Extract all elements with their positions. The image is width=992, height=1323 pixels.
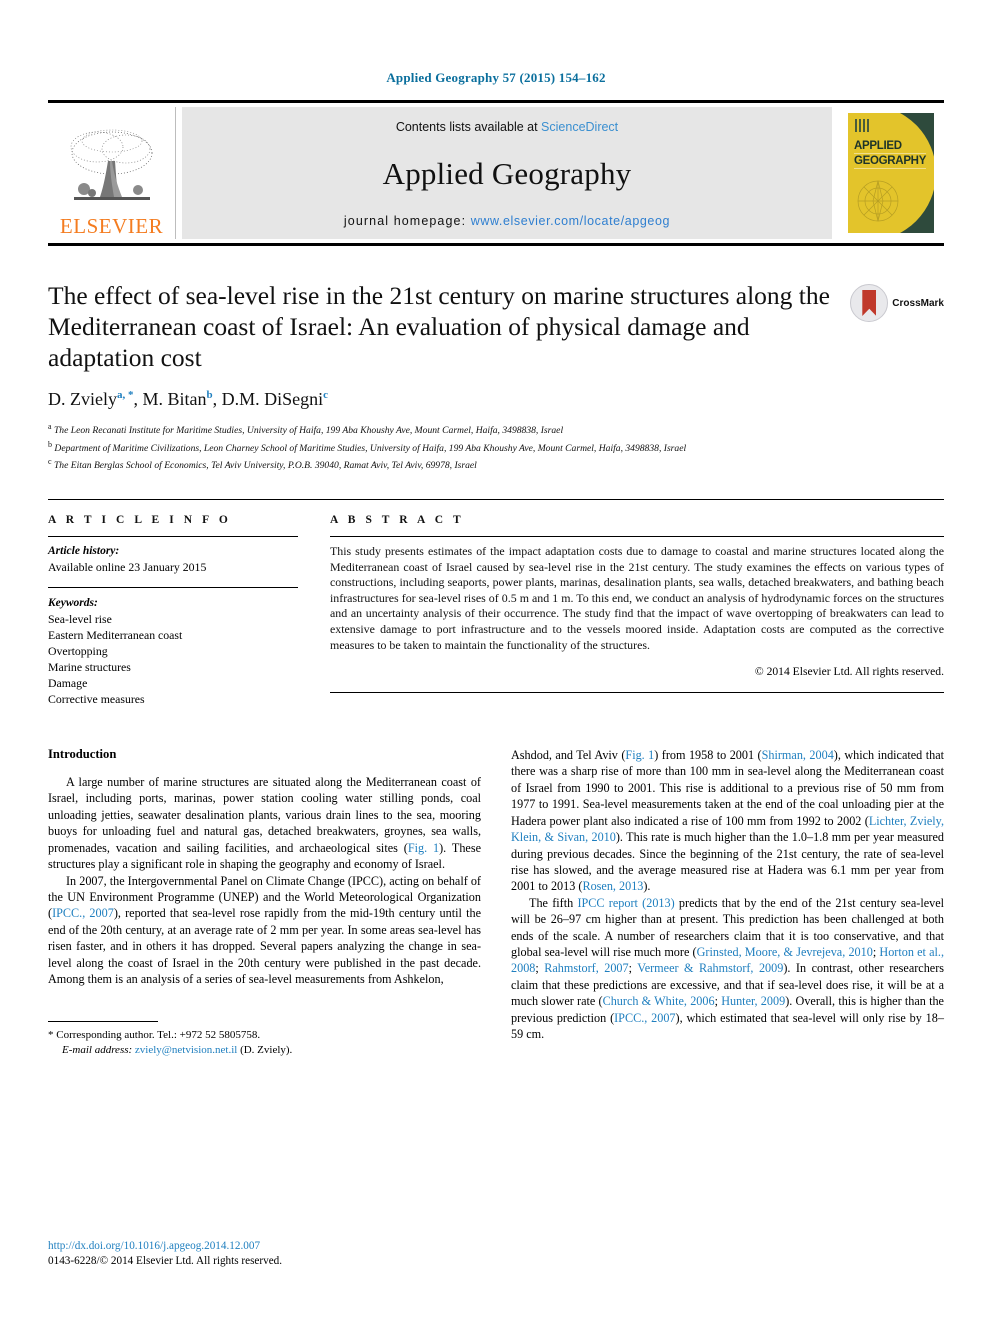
contents-available-line: Contents lists available at ScienceDirec… [396,120,618,134]
keywords-block: Keywords: Sea-level rise Eastern Mediter… [48,595,298,707]
paragraph: Ashdod, and Tel Aviv (Fig. 1) from 1958 … [511,748,944,894]
paragraph: A large number of marine structures are … [48,775,481,872]
article-history: Article history: Available online 23 Jan… [48,544,298,575]
body-columns: Introduction A large number of marine st… [48,747,944,1058]
keyword-item: Marine structures [48,660,131,675]
article-info-heading: A R T I C L E I N F O [48,514,232,527]
citation-link[interactable]: Grinsted, Moore, & Jevrejeva, 2010 [697,945,873,959]
abstract-column: A B S T R A C T This study presents esti… [330,514,944,707]
affiliation-c-text: The Eitan Berglas School of Economics, T… [53,460,477,472]
elsevier-logo: ELSEVIER [48,107,176,239]
contents-prefix: Contents lists available at [395,120,542,134]
article-history-label: Article history: [48,545,120,558]
journal-title: Applied Geography [382,156,632,191]
affiliation-a-mark: a [48,422,52,431]
homepage-prefix: journal homepage: [343,214,471,228]
doi-link[interactable]: http://dx.doi.org/10.1016/j.apgeog.2014.… [48,1239,282,1254]
crossmark-icon [850,284,889,322]
elsevier-tree-icon [70,129,152,200]
title-row: The effect of sea-level rise in the 21st… [48,280,944,373]
cover-title-line1: APPLIED [854,139,927,154]
masthead-center: Contents lists available at ScienceDirec… [182,107,832,239]
page-footer: http://dx.doi.org/10.1016/j.apgeog.2014.… [48,1239,282,1269]
elsevier-wordmark: ELSEVIER [59,214,164,238]
author-2-marks[interactable]: b [207,389,213,401]
cover-publisher-mark [855,119,870,132]
footnote-rule [48,1021,158,1023]
footnote-email-link[interactable]: zviely@netvision.net.il [135,1044,237,1056]
compass-rose-icon [857,180,899,222]
keyword-item: Corrective measures [48,692,145,707]
corresponding-author-footnote: * Corresponding author. Tel.: +972 52 58… [48,1021,481,1058]
abstract-heading: A B S T R A C T [330,514,465,527]
journal-cover: APPLIED GEOGRAPHY [838,107,944,239]
crossmark-badge[interactable]: CrossMark [850,280,944,322]
abstract-rule-top [330,536,944,538]
body-column-right: Ashdod, and Tel Aviv (Fig. 1) from 1958 … [511,747,944,1058]
affiliation-b-text: Department of Maritime Civilizations, Le… [54,442,687,454]
journal-masthead: ELSEVIER Contents lists available at Sci… [48,100,944,246]
footnote-corresponding: * Corresponding author. Tel.: +972 52 58… [48,1029,261,1042]
article-info-rule-mid [48,587,298,589]
author-2-name: M. Bitan [142,389,207,409]
keywords-label: Keywords: [48,597,98,610]
affiliation-a-text: The Leon Recanati Institute for Maritime… [53,425,564,437]
citation-link[interactable]: Fig. 1 [625,748,654,762]
running-head: Applied Geography 57 (2015) 154–162 [386,70,606,85]
author-3-name: D.M. DiSegni [221,389,324,409]
footnote-corresponding-text: Corresponding author. Tel.: +972 52 5805… [56,1029,261,1042]
issn-copyright-line: 0143-6228/© 2014 Elsevier Ltd. All right… [48,1255,283,1267]
citation-link[interactable]: IPCC., 2007 [52,906,114,920]
homepage-url-link[interactable]: www.elsevier.com/locate/apgeog [471,214,670,228]
citation-link[interactable]: IPCC report (2013) [577,896,674,910]
info-abstract-block: A R T I C L E I N F O Article history: A… [48,499,944,707]
paragraph: In 2007, the Intergovernmental Panel on … [48,873,481,986]
keyword-item: Eastern Mediterranean coast [48,628,183,643]
cover-title-line2: GEOGRAPHY [854,155,927,169]
paper-page: Applied Geography 57 (2015) 154–162 ELSE… [0,0,992,1323]
section-heading-introduction: Introduction [48,747,117,762]
author-1-marks[interactable]: a, * [117,389,134,401]
citation-link[interactable]: Vermeer & Rahmstorf, 2009 [637,961,783,975]
keyword-item: Overtopping [48,644,108,659]
article-info-column: A R T I C L E I N F O Article history: A… [48,514,298,707]
crossmark-label: CrossMark [892,297,944,309]
author-list: D. Zvielya, *, M. Bitanb, D.M. DiSegnic [48,389,329,409]
affiliation-list: a The Leon Recanati Institute for Mariti… [48,420,944,473]
journal-homepage-line: journal homepage: www.elsevier.com/locat… [344,214,670,228]
keyword-item: Sea-level rise [48,612,112,627]
citation-link[interactable]: Rahmstorf, 2007 [544,961,628,975]
keyword-item: Damage [48,676,88,691]
footnote-email-suffix: (D. Zviely). [240,1044,293,1057]
abstract-rule-bottom [330,692,944,694]
citation-link[interactable]: Church & White, 2006 [603,994,715,1008]
citation-link[interactable]: Fig. 1 [408,841,439,855]
journal-cover-image: APPLIED GEOGRAPHY [848,113,934,233]
paragraph: The fifth IPCC report (2013) predicts th… [511,895,944,1041]
abstract-text: This study presents estimates of the imp… [330,544,944,652]
citation-link[interactable]: IPCC., 2007 [614,1011,675,1025]
affiliation-c-mark: c [48,457,52,467]
citation-link[interactable]: Rosen, 2013 [582,879,643,893]
affiliation-b-mark: b [48,439,52,449]
article-info-rule-top [48,536,298,538]
sciencedirect-link[interactable]: ScienceDirect [541,120,618,134]
body-column-left: Introduction A large number of marine st… [48,747,481,1058]
citation-link[interactable]: Shirman, 2004 [762,748,834,762]
article-history-value: Available online 23 January 2015 [48,559,207,574]
citation-link[interactable]: Lichter, Zviely, Klein, & Sivan, 2010 [511,814,944,844]
affiliation-a: a The Leon Recanati Institute for Mariti… [48,420,944,438]
author-3-marks[interactable]: c [323,389,328,401]
citation-link[interactable]: Hunter, 2009 [721,994,785,1008]
abstract-copyright: © 2014 Elsevier Ltd. All rights reserved… [754,665,944,679]
footnote-email: E-mail address: zviely@netvision.net.il … [48,1043,481,1058]
cover-title: APPLIED GEOGRAPHY [854,139,926,169]
affiliation-b: b Department of Maritime Civilizations, … [48,438,944,456]
affiliation-c: c The Eitan Berglas School of Economics,… [48,455,944,473]
author-1-name: D. Zviely [48,389,117,409]
page-title: The effect of sea-level rise in the 21st… [48,281,830,372]
footnote-email-label: E-mail address: [62,1044,133,1057]
